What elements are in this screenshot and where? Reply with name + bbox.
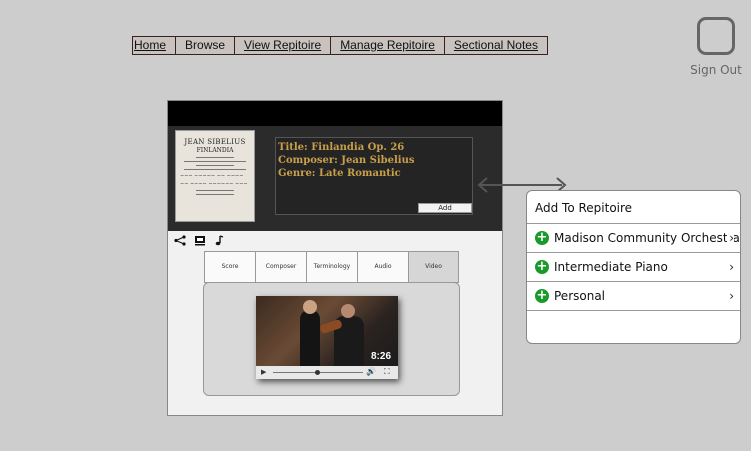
sign-out-icon[interactable] — [697, 17, 735, 55]
piece-tabs: Score Composer Terminology Audio Video — [204, 251, 459, 283]
repitoire-item-label: Madison Community Orchestra — [554, 231, 740, 245]
repitoire-item[interactable]: + Personal › — [527, 282, 740, 311]
nav-view-repitoire[interactable]: View Repitoire — [235, 37, 332, 54]
video-duration: 8:26 — [370, 351, 391, 362]
video-controls: ▶ 🔊 ⛶ — [256, 366, 398, 379]
share-icon[interactable] — [174, 235, 186, 248]
nav-home[interactable]: Home — [133, 37, 177, 54]
repitoire-item-label: Personal — [554, 289, 606, 303]
plus-circle-icon: + — [535, 230, 549, 245]
panel-top-bar — [168, 101, 502, 126]
chevron-right-icon: › — [727, 224, 734, 252]
fullscreen-icon[interactable]: ⛶ — [384, 367, 390, 377]
plus-circle-icon: + — [535, 259, 549, 274]
score-cover-image: JEAN SIBELIUS FINLANDIA ~~~ ~~~~~ ~~ ~~~… — [175, 130, 255, 222]
video-player[interactable]: 8:26 ▶ 🔊 ⛶ — [256, 296, 398, 379]
chevron-right-icon: › — [727, 253, 734, 281]
chevron-right-icon: › — [727, 282, 734, 310]
nav-browse[interactable]: Browse — [176, 37, 236, 54]
tab-score[interactable]: Score — [204, 251, 255, 283]
tab-composer[interactable]: Composer — [255, 251, 306, 283]
sign-out-button[interactable]: Sign Out — [686, 17, 746, 77]
music-note-icon[interactable] — [214, 235, 224, 248]
piece-title: Title: Finlandia Op. 26 — [278, 142, 405, 153]
tab-audio[interactable]: Audio — [357, 251, 408, 283]
seek-handle[interactable] — [315, 370, 320, 375]
nav-manage-repitoire[interactable]: Manage Repitoire — [331, 37, 445, 54]
piece-composer: Composer: Jean Sibelius — [278, 155, 415, 166]
play-icon[interactable]: ▶ — [261, 368, 266, 376]
top-nav: Home Browse View Repitoire Manage Repito… — [132, 36, 548, 55]
tab-terminology[interactable]: Terminology — [306, 251, 357, 283]
piece-panel: JEAN SIBELIUS FINLANDIA ~~~ ~~~~~ ~~ ~~~… — [167, 100, 503, 416]
tab-video[interactable]: Video — [408, 251, 459, 283]
video-area: 8:26 ▶ 🔊 ⛶ — [203, 282, 460, 396]
add-to-repitoire-panel: Add To Repitoire + Madison Community Orc… — [526, 190, 741, 344]
piece-genre: Genre: Late Romantic — [278, 168, 401, 179]
add-panel-title: Add To Repitoire — [527, 191, 740, 224]
volume-icon[interactable]: 🔊 — [366, 367, 376, 376]
repitoire-item[interactable]: + Madison Community Orchestra › — [527, 224, 740, 253]
sign-out-label: Sign Out — [690, 63, 742, 77]
cover-composer: JEAN SIBELIUS — [184, 138, 246, 146]
nav-sectional-notes[interactable]: Sectional Notes — [445, 37, 547, 54]
repitoire-item-label: Intermediate Piano — [554, 260, 668, 274]
piece-header: JEAN SIBELIUS FINLANDIA ~~~ ~~~~~ ~~ ~~~… — [168, 126, 502, 231]
cover-title: FINLANDIA — [196, 147, 234, 154]
plus-circle-icon: + — [535, 288, 549, 303]
add-button[interactable]: Add — [418, 203, 472, 213]
playlist-icon[interactable] — [194, 235, 206, 248]
repitoire-item[interactable]: + Intermediate Piano › — [527, 253, 740, 282]
action-icons — [174, 235, 224, 248]
